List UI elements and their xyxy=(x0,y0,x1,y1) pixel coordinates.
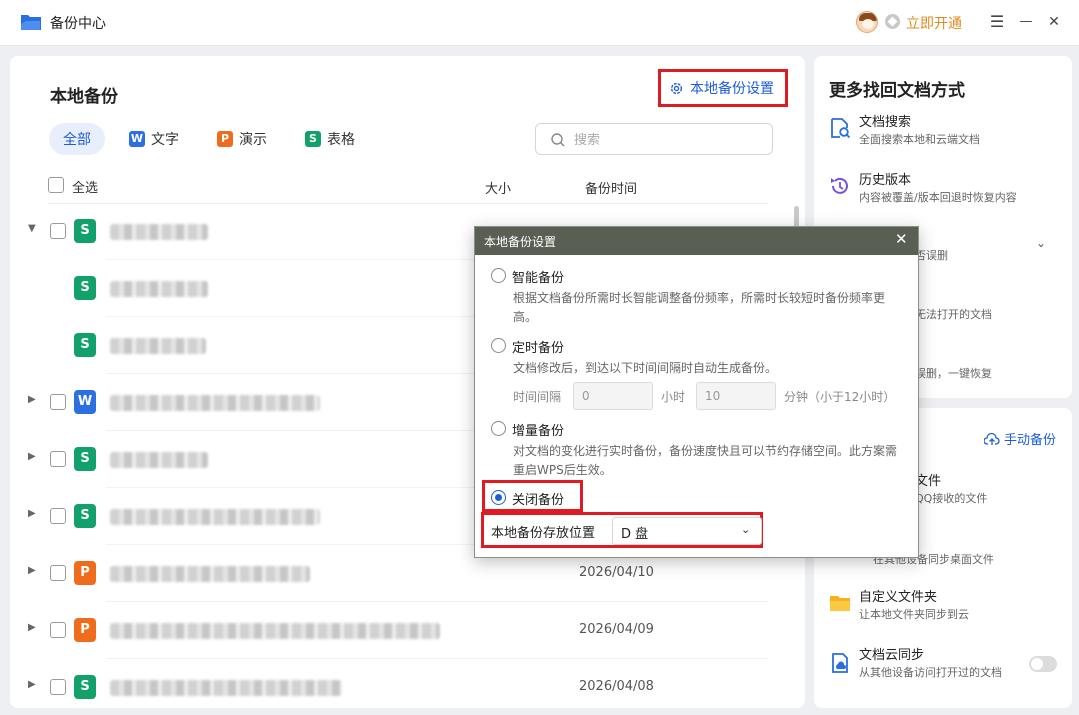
presentation-file-icon: P xyxy=(74,561,96,585)
spreadsheet-file-icon: S xyxy=(74,276,96,300)
interval-minutes-input[interactable] xyxy=(696,382,776,410)
expand-caret-icon[interactable]: ▶ xyxy=(28,451,36,462)
manual-backup-button[interactable]: 手动备份 xyxy=(984,429,1056,448)
user-avatar[interactable] xyxy=(856,11,878,33)
cloud-upload-icon xyxy=(984,432,1000,445)
history-icon xyxy=(831,177,848,194)
cloud-doc-icon xyxy=(832,653,848,673)
writer-app-icon: W xyxy=(129,131,145,147)
settings-button-label: 本地备份设置 xyxy=(690,81,774,97)
tab-presentation[interactable]: P 演示 xyxy=(203,123,281,155)
select-all-checkbox[interactable] xyxy=(48,177,64,193)
dialog-close-icon[interactable]: ✕ xyxy=(895,230,908,248)
list-header: 全选 大小 备份时间 xyxy=(48,174,768,204)
row-checkbox[interactable] xyxy=(50,565,66,581)
spreadsheet-file-icon: S xyxy=(74,333,96,357)
interval-setting: 时间间隔 小时 分钟（小于12小时） xyxy=(513,382,903,410)
backup-date: 2026/04/08 xyxy=(579,679,654,694)
blurred-file-name xyxy=(110,224,208,240)
feature-history-version[interactable]: 历史版本 内容被覆盖/版本回退时恢复内容 xyxy=(829,169,1064,213)
expand-caret-icon[interactable]: ▶ xyxy=(28,508,36,519)
expand-caret-icon[interactable]: ▶ xyxy=(28,679,36,690)
tab-all[interactable]: 全部 xyxy=(49,123,105,155)
smart-backup-radio[interactable] xyxy=(491,268,506,283)
backup-location-setting: 本地备份存放位置 D 盘 ⌄ xyxy=(484,514,764,548)
spreadsheet-app-icon: S xyxy=(305,131,321,147)
spreadsheet-file-icon: S xyxy=(74,675,96,699)
presentation-file-icon: P xyxy=(74,618,96,642)
close-icon[interactable]: ✕ xyxy=(1043,11,1065,33)
blurred-file-name xyxy=(110,452,208,468)
row-checkbox[interactable] xyxy=(50,508,66,524)
backup-date: 2026/04/09 xyxy=(579,622,654,637)
search-box[interactable] xyxy=(535,123,773,155)
size-column-header[interactable]: 大小 xyxy=(485,178,511,197)
doc-cloud-sync-toggle[interactable] xyxy=(1029,656,1057,672)
blurred-file-name xyxy=(110,623,440,639)
hours-unit: 小时 xyxy=(661,390,686,404)
minutes-unit: 分钟（小于12小时） xyxy=(784,390,896,404)
local-backup-settings-dialog: 本地备份设置 ✕ 智能备份 根据文档备份所需时长智能调整备份频率，所需时长较短时… xyxy=(474,226,919,558)
backup-time-column-header[interactable]: 备份时间 xyxy=(585,178,637,197)
disable-backup-radio[interactable] xyxy=(491,490,506,505)
presentation-app-icon: P xyxy=(217,131,233,147)
incremental-backup-radio[interactable] xyxy=(491,421,506,436)
blurred-file-name xyxy=(110,395,320,411)
chevron-down-icon: ⌄ xyxy=(741,523,751,536)
title-bar: 备份中心 立即开通 ☰ — ✕ xyxy=(0,0,1079,46)
vip-open-link[interactable]: 立即开通 xyxy=(906,13,962,33)
blurred-file-name xyxy=(110,509,320,525)
minimize-icon[interactable]: — xyxy=(1015,11,1037,33)
search-input[interactable] xyxy=(574,130,754,150)
file-type-tabs: 全部 W 文字 P 演示 S 表格 xyxy=(49,123,379,155)
row-checkbox[interactable] xyxy=(50,223,66,239)
blurred-file-name xyxy=(110,281,208,297)
doc-search-icon xyxy=(831,118,851,139)
collapse-caret-icon[interactable]: ▼ xyxy=(28,223,36,234)
spreadsheet-file-icon: S xyxy=(74,219,96,243)
blurred-file-name xyxy=(110,338,206,354)
row-checkbox[interactable] xyxy=(50,622,66,638)
row-checkbox[interactable] xyxy=(50,394,66,410)
dialog-title: 本地备份设置 xyxy=(484,235,557,249)
scheduled-backup-radio[interactable] xyxy=(491,338,506,353)
blurred-file-name xyxy=(110,566,310,582)
spreadsheet-file-icon: S xyxy=(74,447,96,471)
dialog-header: 本地备份设置 ✕ xyxy=(475,227,918,255)
row-checkbox[interactable] xyxy=(50,679,66,695)
search-icon xyxy=(551,133,565,147)
menu-icon[interactable]: ☰ xyxy=(986,11,1008,33)
interval-hours-input[interactable] xyxy=(573,382,653,410)
window-title: 备份中心 xyxy=(50,16,106,32)
writer-file-icon: W xyxy=(74,390,96,414)
tab-spreadsheet[interactable]: S 表格 xyxy=(291,123,369,155)
interval-label: 时间间隔 xyxy=(513,390,562,404)
spreadsheet-file-icon: S xyxy=(74,504,96,528)
backup-center-logo-icon xyxy=(21,15,41,30)
vip-badge-icon xyxy=(885,14,900,29)
folder-icon xyxy=(830,596,850,611)
gear-icon xyxy=(670,82,683,94)
backup-location-select[interactable]: D 盘 ⌄ xyxy=(612,517,762,545)
select-all-label: 全选 xyxy=(72,181,99,196)
row-checkbox[interactable] xyxy=(50,451,66,467)
feature-doc-search[interactable]: 文档搜索 全面搜索本地和云端文档 xyxy=(829,111,1064,155)
expand-caret-icon[interactable]: ▶ xyxy=(28,394,36,405)
file-group-row[interactable]: ▶ S 2026/04/08 xyxy=(10,659,790,708)
local-backup-settings-button[interactable]: 本地备份设置 xyxy=(658,69,788,107)
expand-caret-icon[interactable]: ▶ xyxy=(28,622,36,633)
expand-caret-icon[interactable]: ▶ xyxy=(28,565,36,576)
page-title: 本地备份 xyxy=(50,87,118,107)
recovery-methods-title: 更多找回文档方式 xyxy=(829,81,965,101)
feature-custom-folder[interactable]: 自定义文件夹 让本地文件夹同步到云 xyxy=(829,586,1064,630)
backup-location-label: 本地备份存放位置 xyxy=(491,526,596,541)
tab-writer[interactable]: W 文字 xyxy=(115,123,193,155)
backup-date: 2026/04/10 xyxy=(579,565,654,580)
chevron-down-icon[interactable]: ⌄ xyxy=(1036,236,1046,250)
blurred-file-name xyxy=(110,680,342,696)
file-group-row[interactable]: ▶ P 2026/04/09 xyxy=(10,602,790,659)
